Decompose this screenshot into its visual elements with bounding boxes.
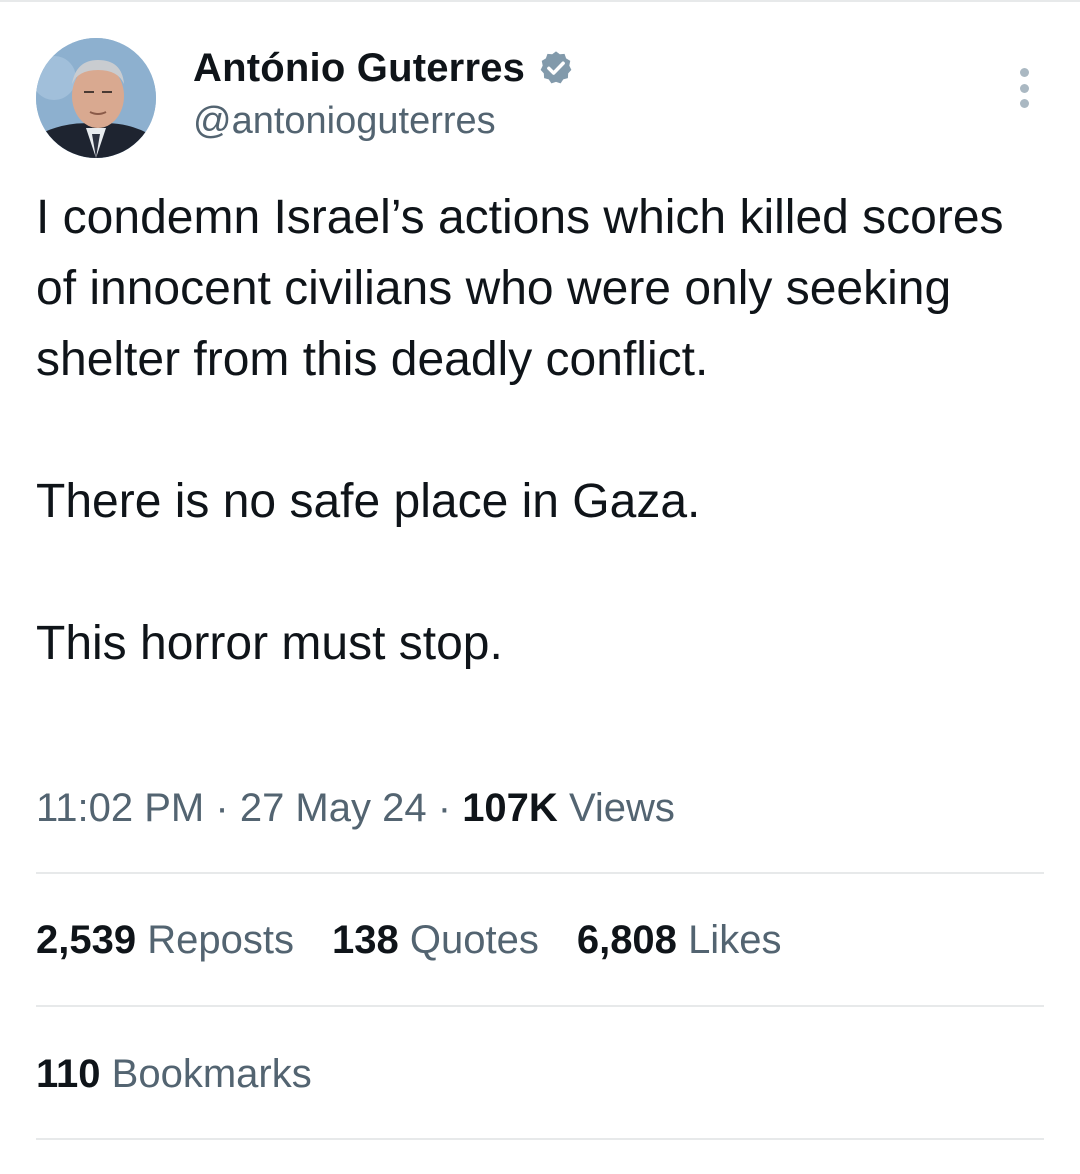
author-handle[interactable]: @antonioguterres bbox=[193, 100, 575, 143]
tweet-paragraph: There is no safe place in Gaza. bbox=[36, 475, 701, 528]
avatar-photo bbox=[36, 38, 156, 158]
bookmarks-stat[interactable]: 110 Bookmarks bbox=[36, 1052, 312, 1097]
author-display-name[interactable]: António Guterres bbox=[193, 46, 525, 91]
quotes-stat[interactable]: 138 Quotes bbox=[332, 918, 539, 963]
engagement-stats: 2,539 Reposts 138 Quotes 6,808 Likes bbox=[36, 918, 819, 963]
tweet-paragraph: I condemn Israel’s actions which killed … bbox=[36, 191, 1004, 386]
reposts-count: 2,539 bbox=[36, 918, 137, 962]
bookmarks-label: Bookmarks bbox=[111, 1052, 312, 1096]
likes-count: 6,808 bbox=[576, 918, 677, 962]
divider bbox=[36, 872, 1044, 874]
more-options-icon[interactable] bbox=[1018, 68, 1030, 108]
likes-label: Likes bbox=[688, 918, 782, 962]
tweet-header: António Guterres @antonioguterres bbox=[36, 38, 1044, 160]
top-divider bbox=[0, 0, 1080, 2]
tweet-meta: 11:02 PM · 27 May 24 · 107K Views bbox=[36, 786, 675, 831]
verified-badge-icon bbox=[537, 49, 575, 87]
quotes-label: Quotes bbox=[409, 918, 539, 962]
quotes-count: 138 bbox=[331, 918, 399, 962]
reposts-stat[interactable]: 2,539 Reposts bbox=[36, 918, 294, 963]
views-label: Views bbox=[568, 786, 675, 830]
bookmarks-count: 110 bbox=[36, 1052, 101, 1096]
divider bbox=[36, 1138, 1044, 1140]
likes-stat[interactable]: 6,808 Likes bbox=[577, 918, 782, 963]
avatar[interactable] bbox=[36, 38, 156, 158]
meta-separator: · bbox=[437, 786, 452, 830]
reposts-label: Reposts bbox=[147, 918, 294, 962]
divider bbox=[36, 1005, 1044, 1007]
tweet-paragraph: This horror must stop. bbox=[36, 617, 503, 670]
tweet-text: I condemn Israel’s actions which killed … bbox=[36, 182, 1036, 679]
views-count: 107K bbox=[462, 786, 558, 830]
author-info: António Guterres @antonioguterres bbox=[193, 42, 575, 143]
tweet-time[interactable]: 11:02 PM bbox=[36, 786, 204, 830]
tweet-date[interactable]: 27 May 24 bbox=[240, 786, 427, 830]
meta-separator: · bbox=[215, 786, 229, 830]
